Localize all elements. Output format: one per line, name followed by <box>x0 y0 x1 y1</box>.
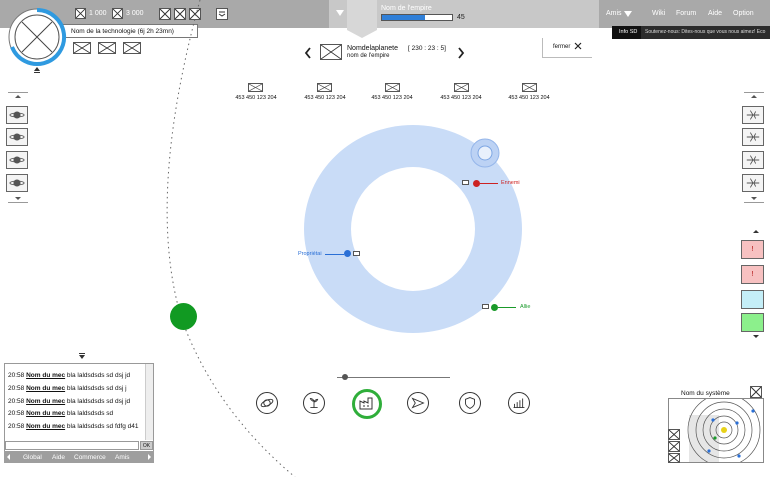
zoom-slider[interactable] <box>337 372 450 382</box>
planet-orbit-ring <box>304 125 522 333</box>
owner-marker[interactable] <box>344 250 351 257</box>
chat-tab-friends[interactable]: Amis <box>115 454 129 461</box>
left-scroll-down-icon[interactable] <box>8 196 28 205</box>
stats-icon[interactable] <box>508 392 530 414</box>
right-ship-4-button[interactable] <box>742 174 764 192</box>
right-scroll-down-icon[interactable] <box>744 196 764 205</box>
resource-cell-1-icon <box>248 83 263 92</box>
system-name: Nom du système <box>681 390 730 397</box>
enemy-label: Ennemi <box>501 180 520 186</box>
minimap-close-icon[interactable] <box>750 386 762 398</box>
owner-line <box>325 254 344 255</box>
planet-icon[interactable] <box>256 392 278 414</box>
chat-tab-commerce[interactable]: Commerce <box>74 454 106 461</box>
owner-flag-icon <box>353 251 360 256</box>
planet-coords: [ 230 : 23 : 5] <box>408 45 446 52</box>
alert-scroll-down-icon[interactable] <box>748 334 764 342</box>
enemy-line <box>480 183 498 184</box>
ally-label: Allie <box>520 304 531 310</box>
owner-label: Propriétai <box>298 251 322 257</box>
chat-tabs-right-icon[interactable] <box>147 454 151 462</box>
chat-tabs-left-icon[interactable] <box>7 454 11 462</box>
left-scroll-up-icon[interactable] <box>8 92 28 101</box>
chat-tab-help[interactable]: Aide <box>52 454 65 461</box>
chat-user[interactable]: Nom du mec <box>26 423 65 430</box>
right-ship-2-button[interactable] <box>742 128 764 146</box>
ally-marker[interactable] <box>491 304 498 311</box>
resource-cell-4-value: 453 450 123 204 <box>440 95 482 101</box>
plant-icon[interactable] <box>303 392 325 414</box>
zoom-slider-track <box>337 377 450 378</box>
alert-scroll-up-icon[interactable] <box>748 228 764 236</box>
planet-thumbnail-icon <box>320 44 342 60</box>
left-planet-2-button[interactable] <box>6 128 28 146</box>
resource-cell-1-value: 453 450 123 204 <box>235 95 277 101</box>
zoom-slider-thumb[interactable] <box>342 374 349 380</box>
right-ship-3-button[interactable] <box>742 151 764 169</box>
send-icon[interactable] <box>407 392 429 414</box>
chat-message: 20:58 Nom du mec bla laldsdsds sd fdfg d… <box>8 423 139 430</box>
alert-4-button[interactable] <box>741 313 764 332</box>
minimap-tool-2-icon[interactable] <box>668 441 680 452</box>
chat-user[interactable]: Nom du mec <box>26 410 65 417</box>
resource-cell-2-icon <box>317 83 332 92</box>
system-minimap[interactable] <box>668 398 764 463</box>
minimap-tool-3-icon[interactable] <box>668 453 680 463</box>
alert-1-button[interactable]: ! <box>741 240 764 259</box>
alert-3-button[interactable] <box>741 290 764 309</box>
close-icon[interactable] <box>574 42 582 52</box>
alert-2-button[interactable]: ! <box>741 265 764 284</box>
right-ship-1-button[interactable] <box>742 106 764 124</box>
resource-cell-3-icon <box>385 83 400 92</box>
chat-message: 20:58 Nom du mec bla laldsdsds sd dsj jd <box>8 372 131 379</box>
chat-user[interactable]: Nom du mec <box>26 398 65 405</box>
chat-message: 20:58 Nom du mec bla laldsdsds sd dsj j <box>8 385 127 392</box>
left-planet-1-button[interactable] <box>6 106 28 124</box>
enemy-marker[interactable] <box>473 180 480 187</box>
minimap-tool-1-icon[interactable] <box>668 429 680 440</box>
green-planet[interactable] <box>170 303 197 330</box>
shield-icon[interactable] <box>459 392 481 414</box>
chat-input[interactable] <box>5 441 139 450</box>
resource-cell-3-value: 453 450 123 204 <box>371 95 413 101</box>
chat-send-button[interactable]: OK <box>140 441 153 450</box>
resource-cell-5-icon <box>522 83 537 92</box>
chat-scrollbar[interactable] <box>145 364 153 440</box>
next-planet-icon[interactable] <box>457 47 465 61</box>
right-scroll-up-icon[interactable] <box>744 92 764 101</box>
ally-flag-icon <box>482 304 489 309</box>
chat-message: 20:58 Nom du mec bla laldsdsds sd <box>8 410 114 417</box>
close-label[interactable]: fermer <box>553 44 570 50</box>
chat-user[interactable]: Nom du mec <box>26 372 65 379</box>
left-planet-4-button[interactable] <box>6 174 28 192</box>
factory-icon[interactable] <box>352 389 382 419</box>
chat-tab-global[interactable]: Global <box>23 454 42 461</box>
ally-line <box>498 307 516 308</box>
chat-user[interactable]: Nom du mec <box>26 385 65 392</box>
chat-message: 20:58 Nom du mec bla laldsdsds sd dsj jd <box>8 398 131 405</box>
prev-planet-icon[interactable] <box>304 47 312 61</box>
enemy-flag-icon <box>462 180 469 185</box>
resource-cell-5-value: 453 450 123 204 <box>508 95 550 101</box>
chat-toggle-icon[interactable] <box>78 353 86 362</box>
planet-name: Nomdelaplanete <box>347 45 398 52</box>
planet-empire: nom de l'empire <box>347 53 390 59</box>
left-planet-3-button[interactable] <box>6 151 28 169</box>
resource-cell-4-icon <box>454 83 469 92</box>
resource-cell-2-value: 453 450 123 204 <box>304 95 346 101</box>
